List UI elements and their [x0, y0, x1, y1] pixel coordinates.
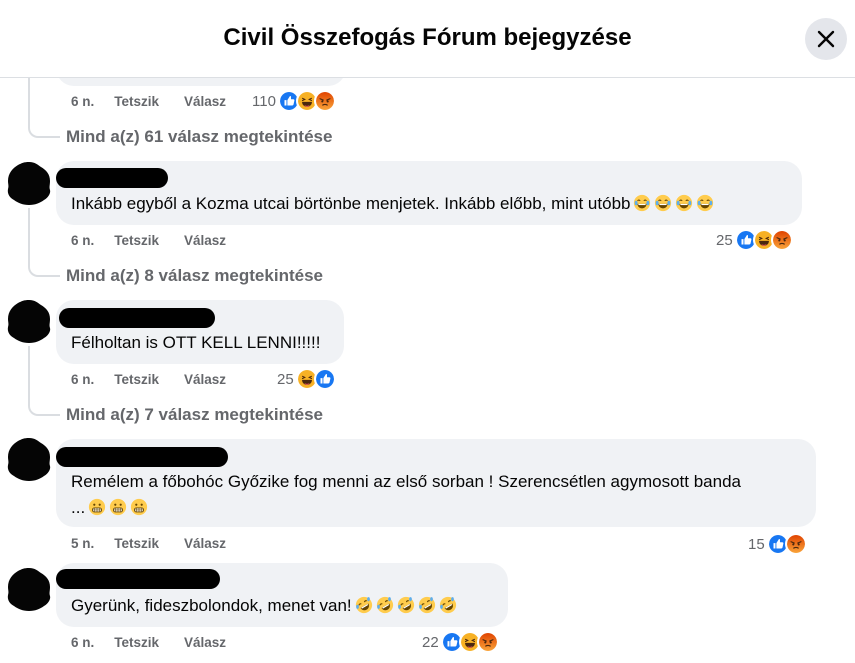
- comment-text: Gyerünk, fideszbolondok, menet van!: [71, 593, 457, 619]
- reply-button[interactable]: Válasz: [184, 94, 226, 109]
- redacted-author-name: [59, 308, 215, 328]
- reply-button[interactable]: Válasz: [184, 635, 226, 650]
- angry-icon: [476, 631, 499, 653]
- comment-actions: 6 n. Tetszik Válasz: [71, 233, 226, 248]
- thread-line: [28, 208, 30, 265]
- like-button[interactable]: Tetszik: [114, 536, 159, 551]
- reaction-summary[interactable]: 22: [422, 631, 499, 653]
- like-button[interactable]: Tetszik: [114, 94, 159, 109]
- reaction-summary[interactable]: 15: [748, 533, 807, 555]
- grimace-emoji: [130, 498, 148, 516]
- reply-button[interactable]: Válasz: [184, 372, 226, 387]
- avatar[interactable]: [6, 436, 52, 482]
- angry-icon: [784, 533, 807, 555]
- reaction-count: 22: [422, 633, 439, 651]
- comment-actions: 5 n. Tetszik Válasz: [71, 536, 226, 551]
- angry-icon: [770, 229, 793, 251]
- rofl-emoji: [355, 596, 373, 614]
- comment-time[interactable]: 6 n.: [71, 94, 94, 109]
- like-button[interactable]: Tetszik: [114, 635, 159, 650]
- rofl-emoji: [418, 596, 436, 614]
- reaction-count: 25: [716, 231, 733, 249]
- thread-connector: [28, 126, 60, 138]
- laugh-cry-emoji: [633, 194, 651, 212]
- comment-bubble: Inkább egyből a Kozma utcai börtönbe men…: [56, 161, 802, 225]
- comment-time[interactable]: 6 n.: [71, 233, 94, 248]
- comment-bubble: Gyerünk, fideszbolondok, menet van!: [56, 563, 508, 627]
- reply-button[interactable]: Válasz: [184, 233, 226, 248]
- comment-text-line: ...: [71, 495, 148, 521]
- comment-time[interactable]: 6 n.: [71, 635, 94, 650]
- comment-actions: 6 n. Tetszik Válasz: [71, 635, 226, 650]
- reply-button[interactable]: Válasz: [184, 536, 226, 551]
- like-button[interactable]: Tetszik: [114, 233, 159, 248]
- view-replies-link[interactable]: Mind a(z) 8 válasz megtekintése: [66, 266, 323, 286]
- rofl-emoji: [439, 596, 457, 614]
- reaction-count: 25: [277, 370, 294, 388]
- reaction-summary[interactable]: 110: [252, 90, 336, 112]
- view-replies-link[interactable]: Mind a(z) 61 válasz megtekintése: [66, 127, 332, 147]
- reaction-summary[interactable]: 25: [277, 368, 336, 390]
- thread-connector: [28, 265, 60, 277]
- comment-time[interactable]: 5 n.: [71, 536, 94, 551]
- comment-time[interactable]: 6 n.: [71, 372, 94, 387]
- comment-bubble: Remélem a főbohóc Győzike fog menni az e…: [56, 439, 816, 527]
- dialog-title: Civil Összefogás Fórum bejegyzése: [223, 24, 632, 51]
- like-button[interactable]: Tetszik: [114, 372, 159, 387]
- grimace-emoji: [88, 498, 106, 516]
- redacted-author-name: [56, 447, 228, 467]
- angry-icon: [313, 90, 336, 112]
- like-icon: [313, 368, 336, 390]
- dialog-header: Civil Összefogás Fórum bejegyzése: [0, 0, 855, 78]
- thread-connector: [28, 404, 60, 416]
- comment-text: Inkább egyből a Kozma utcai börtönbe men…: [71, 191, 714, 217]
- avatar[interactable]: [6, 160, 52, 206]
- comments-feed: 6 n. Tetszik Válasz 110 Mind a(z) 61 vál…: [0, 0, 855, 663]
- comment-text: Félholtan is OTT KELL LENNI!!!!!: [71, 333, 321, 352]
- avatar[interactable]: [6, 298, 52, 344]
- comment-bubble: Félholtan is OTT KELL LENNI!!!!!: [56, 300, 344, 364]
- thread-line: [28, 346, 30, 404]
- redacted-author-name: [56, 569, 220, 589]
- rofl-emoji: [397, 596, 415, 614]
- reaction-count: 110: [252, 92, 276, 110]
- reaction-summary[interactable]: 25: [716, 229, 793, 251]
- laugh-cry-emoji: [675, 194, 693, 212]
- laugh-cry-emoji: [654, 194, 672, 212]
- comment-text-line: Remélem a főbohóc Győzike fog menni az e…: [71, 472, 741, 491]
- comment-actions: 6 n. Tetszik Válasz: [71, 372, 226, 387]
- rofl-emoji: [376, 596, 394, 614]
- laugh-cry-emoji: [696, 194, 714, 212]
- previous-comment-actions: 6 n. Tetszik Válasz: [71, 94, 226, 109]
- close-button[interactable]: [805, 18, 847, 60]
- thread-line: [28, 78, 30, 126]
- avatar[interactable]: [6, 566, 52, 612]
- redacted-author-name: [56, 168, 168, 188]
- view-replies-link[interactable]: Mind a(z) 7 válasz megtekintése: [66, 405, 323, 425]
- close-icon: [817, 30, 835, 48]
- reaction-count: 15: [748, 535, 765, 553]
- grimace-emoji: [109, 498, 127, 516]
